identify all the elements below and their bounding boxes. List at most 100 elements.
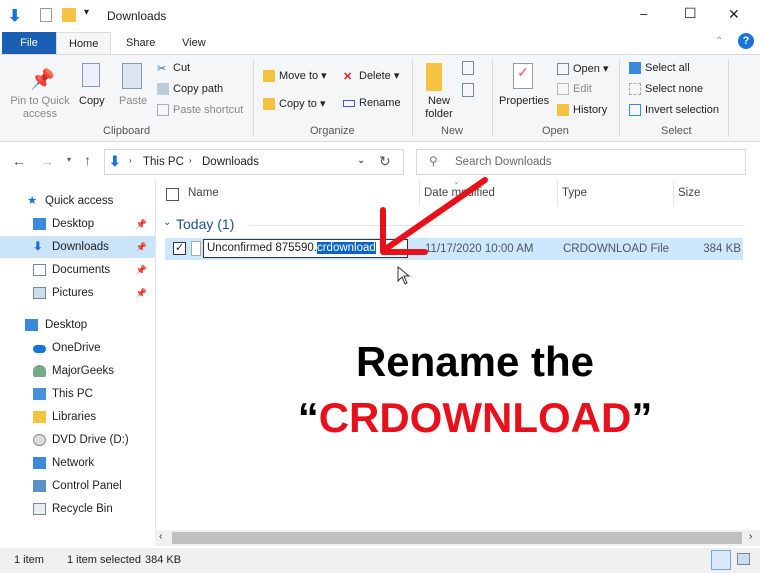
clipboard-group-label: Clipboard: [103, 125, 151, 137]
sidebar-item-control-panel[interactable]: Control Panel: [0, 475, 155, 497]
properties-check-icon: ✓: [513, 63, 533, 89]
open-button[interactable]: Open ▾: [557, 62, 609, 76]
sidebar-item-desktop-root[interactable]: Desktop: [0, 314, 155, 336]
horizontal-scrollbar[interactable]: ‹ ›: [155, 530, 760, 546]
rename-icon: [343, 99, 355, 107]
column-header-type[interactable]: Type: [562, 187, 587, 199]
sidebar-item-onedrive[interactable]: OneDrive: [0, 337, 155, 359]
scrollbar-thumb[interactable]: [172, 532, 742, 544]
paste-button[interactable]: Paste: [119, 95, 147, 107]
sidebar-item-this-pc[interactable]: This PC: [0, 383, 155, 405]
tab-view[interactable]: View: [170, 32, 218, 54]
scroll-right-icon[interactable]: ›: [749, 531, 752, 542]
customize-toolbar-icon[interactable]: ▾: [84, 7, 89, 18]
properties-button[interactable]: Properties: [499, 95, 549, 107]
delete-button[interactable]: ✕ Delete ▾: [343, 69, 399, 83]
edit-button[interactable]: Edit: [557, 83, 592, 96]
pin-icon[interactable]: 📌: [136, 282, 147, 304]
column-header-name[interactable]: Name: [188, 187, 219, 199]
pin-icon[interactable]: 📌: [136, 213, 147, 235]
status-bar: 1 item 1 item selected 384 KB: [0, 548, 760, 573]
move-to-button[interactable]: Move to ▾: [263, 69, 327, 83]
recent-locations-icon[interactable]: ▾: [67, 155, 71, 164]
sidebar-item-label: Libraries: [52, 411, 97, 423]
breadcrumb-downloads[interactable]: Downloads: [202, 156, 259, 168]
sidebar-item-label: OneDrive: [52, 342, 101, 354]
new-folder-icon[interactable]: [62, 8, 76, 22]
collapse-group-icon[interactable]: ⌄: [163, 217, 171, 228]
paste-shortcut-label: Paste shortcut: [173, 104, 244, 116]
collapse-ribbon-icon[interactable]: ⌃: [715, 36, 723, 47]
new-folder-button[interactable]: New folder: [422, 95, 456, 121]
group-header-today[interactable]: Today (1): [176, 216, 234, 232]
control-panel-icon: [33, 480, 46, 492]
sidebar-item-majorgeeks[interactable]: MajorGeeks: [0, 360, 155, 382]
paste-shortcut-button[interactable]: Paste shortcut: [157, 104, 244, 117]
desktop-icon: [33, 218, 46, 230]
chevron-icon: ›: [189, 156, 192, 165]
column-header-size[interactable]: Size: [678, 187, 700, 199]
paste-icon: [122, 63, 142, 89]
details-view-icon[interactable]: [711, 550, 731, 570]
copy-button[interactable]: Copy: [79, 95, 105, 107]
copy-path-button[interactable]: Copy path: [157, 83, 224, 96]
address-bar[interactable]: ⬇ › This PC › Downloads ⌄ ↻: [104, 149, 404, 175]
sidebar-item-desktop[interactable]: Desktop 📌: [0, 213, 155, 235]
cut-button[interactable]: ✂ Cut: [157, 62, 190, 75]
tab-home[interactable]: Home: [56, 32, 112, 54]
pin-icon[interactable]: 📌: [136, 259, 147, 281]
refresh-icon[interactable]: ↻: [379, 153, 391, 170]
select-none-button[interactable]: Select none: [629, 83, 703, 96]
sidebar-item-downloads[interactable]: ⬇ Downloads 📌: [0, 236, 155, 258]
back-icon[interactable]: ←: [12, 153, 26, 169]
search-input[interactable]: Search Downloads: [455, 156, 552, 168]
pin-quick-access-button[interactable]: Pin to Quick access: [8, 95, 72, 121]
download-arrow-icon[interactable]: ⬇: [8, 6, 21, 26]
libraries-icon: [33, 411, 46, 423]
select-group-label: Select: [661, 125, 692, 137]
sidebar-item-quick-access[interactable]: ★ Quick access: [0, 190, 155, 212]
tab-share[interactable]: Share: [114, 32, 167, 54]
large-icons-view-icon[interactable]: [737, 553, 750, 565]
row-checkbox[interactable]: ✓: [173, 242, 186, 255]
properties-icon[interactable]: [40, 8, 52, 22]
invert-selection-button[interactable]: Invert selection: [629, 104, 719, 117]
pin-icon: 📌: [30, 69, 55, 91]
select-none-icon: [629, 83, 641, 96]
history-button[interactable]: History: [557, 104, 607, 117]
sidebar-item-documents[interactable]: Documents 📌: [0, 259, 155, 281]
maximize-button[interactable]: ☐: [684, 5, 697, 22]
cloud-icon: [33, 345, 46, 353]
sidebar-item-recycle-bin[interactable]: Recycle Bin: [0, 498, 155, 520]
up-icon[interactable]: ↑: [84, 152, 91, 168]
sidebar-item-libraries[interactable]: Libraries: [0, 406, 155, 428]
select-all-button[interactable]: Select all: [629, 62, 690, 75]
red-arrow-annotation: [380, 177, 488, 255]
new-item-icon[interactable]: [462, 61, 474, 75]
sidebar-item-dvd-drive[interactable]: DVD Drive (D:): [0, 429, 155, 451]
sidebar-item-pictures[interactable]: Pictures 📌: [0, 282, 155, 304]
rename-button[interactable]: Rename: [343, 97, 401, 109]
search-icon: ⚲: [429, 154, 438, 168]
minimize-button[interactable]: –: [640, 6, 647, 21]
forward-icon[interactable]: →: [40, 153, 54, 169]
scroll-left-icon[interactable]: ‹: [159, 531, 162, 542]
copy-to-button[interactable]: Copy to ▾: [263, 97, 326, 111]
open-label: Open ▾: [573, 63, 609, 75]
easy-access-icon[interactable]: [462, 83, 474, 97]
select-all-checkbox[interactable]: [166, 188, 179, 201]
close-button[interactable]: ✕: [728, 6, 740, 23]
breadcrumb-this-pc[interactable]: This PC: [143, 156, 184, 168]
address-dropdown-icon[interactable]: ⌄: [357, 155, 365, 166]
sidebar-item-label: DVD Drive (D:): [52, 434, 129, 446]
overlay-quote-close: ”: [631, 394, 653, 441]
copy-path-label: Copy path: [173, 83, 224, 95]
sidebar-item-label: Pictures: [52, 287, 94, 299]
pin-icon[interactable]: 📌: [136, 236, 147, 258]
select-all-icon: [629, 62, 641, 75]
edit-icon: [557, 83, 569, 96]
tab-file[interactable]: File: [2, 32, 56, 54]
recycle-bin-icon: [33, 503, 46, 515]
sidebar-item-network[interactable]: Network: [0, 452, 155, 474]
help-icon[interactable]: ?: [738, 33, 754, 49]
